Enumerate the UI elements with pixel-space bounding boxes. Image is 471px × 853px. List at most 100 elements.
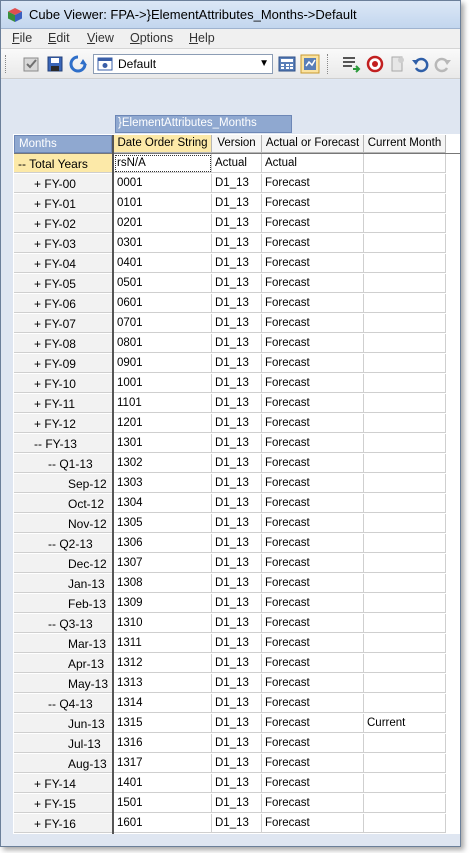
row-header-element[interactable]: Jan-13 [14, 574, 112, 593]
expand-collapse-toggle[interactable]: + [34, 217, 41, 231]
data-cell[interactable]: 1304 [114, 494, 212, 513]
data-cell[interactable]: D1_13 [212, 174, 262, 193]
data-cell[interactable] [364, 794, 446, 813]
data-cell[interactable]: 1309 [114, 594, 212, 613]
row-header-element[interactable]: + FY-15 [14, 794, 112, 813]
data-cell[interactable] [364, 294, 446, 313]
expand-collapse-toggle[interactable]: + [34, 177, 41, 191]
expand-collapse-toggle[interactable]: + [34, 317, 41, 331]
data-cell[interactable]: D1_13 [212, 674, 262, 693]
data-cell[interactable] [364, 674, 446, 693]
expand-collapse-toggle[interactable]: + [34, 797, 41, 811]
chevron-down-icon[interactable]: ▼ [259, 58, 269, 69]
column-header-date-order-string[interactable]: Date Order String [114, 135, 212, 153]
column-header-actual-or-forecast[interactable]: Actual or Forecast [262, 135, 364, 153]
data-cell[interactable]: Forecast [262, 594, 364, 613]
data-cell[interactable] [364, 454, 446, 473]
export-icon[interactable] [341, 54, 361, 74]
data-cell[interactable]: 0001 [114, 174, 212, 193]
data-cell[interactable]: D1_13 [212, 714, 262, 733]
expand-collapse-toggle[interactable]: + [34, 257, 41, 271]
data-cell[interactable]: Forecast [262, 554, 364, 573]
data-cell[interactable]: Forecast [262, 794, 364, 813]
data-cell[interactable]: Forecast [262, 214, 364, 233]
row-header-element[interactable]: + FY-12 [14, 414, 112, 433]
data-cell[interactable]: 0901 [114, 354, 212, 373]
row-header-element[interactable]: + FY-06 [14, 294, 112, 313]
data-cell[interactable] [364, 754, 446, 773]
data-cell[interactable]: Forecast [262, 774, 364, 793]
data-cell[interactable]: D1_13 [212, 474, 262, 493]
data-cell[interactable] [364, 654, 446, 673]
checkbox-icon[interactable] [21, 54, 41, 74]
title-bar[interactable]: Cube Viewer: FPA->}ElementAttributes_Mon… [1, 1, 460, 29]
data-cell[interactable] [364, 374, 446, 393]
row-header-element[interactable]: -- Q2-13 [14, 534, 112, 553]
data-cell[interactable]: Forecast [262, 754, 364, 773]
stop-icon[interactable] [365, 54, 385, 74]
data-cell[interactable]: Forecast [262, 194, 364, 213]
data-cell[interactable]: 0801 [114, 334, 212, 353]
data-cell[interactable] [364, 494, 446, 513]
expand-collapse-toggle[interactable]: -- [34, 437, 42, 451]
expand-collapse-toggle[interactable]: -- [48, 457, 56, 471]
expand-collapse-toggle[interactable]: + [34, 377, 41, 391]
data-cell[interactable] [364, 254, 446, 273]
row-header-element[interactable]: + FY-01 [14, 194, 112, 213]
data-cell[interactable] [364, 594, 446, 613]
data-cell[interactable] [364, 694, 446, 713]
expand-collapse-toggle[interactable]: -- [48, 697, 56, 711]
row-header-element[interactable]: Mar-13 [14, 634, 112, 653]
data-cell[interactable]: 1308 [114, 574, 212, 593]
data-cell[interactable]: Forecast [262, 174, 364, 193]
data-cell[interactable]: D1_13 [212, 574, 262, 593]
expand-collapse-toggle[interactable]: + [34, 197, 41, 211]
data-cell[interactable]: 1306 [114, 534, 212, 553]
data-cell[interactable]: 0601 [114, 294, 212, 313]
data-cell[interactable]: 0101 [114, 194, 212, 213]
data-cell[interactable]: Actual [212, 154, 262, 173]
row-header-element[interactable]: Dec-12 [14, 554, 112, 573]
expand-collapse-toggle[interactable]: -- [48, 617, 56, 631]
row-header-element[interactable]: + FY-08 [14, 334, 112, 353]
data-cell[interactable]: D1_13 [212, 734, 262, 753]
data-cell[interactable]: Actual [262, 154, 364, 173]
data-cell[interactable]: Current [364, 714, 446, 733]
data-cell[interactable] [364, 474, 446, 493]
data-cell[interactable]: 1307 [114, 554, 212, 573]
data-cell[interactable]: 1601 [114, 814, 212, 833]
data-cell[interactable]: D1_13 [212, 614, 262, 633]
row-header-element[interactable]: -- FY-13 [14, 434, 112, 453]
expand-collapse-toggle[interactable]: + [34, 357, 41, 371]
data-cell[interactable]: D1_13 [212, 554, 262, 573]
data-cell[interactable]: D1_13 [212, 234, 262, 253]
data-cell[interactable] [364, 274, 446, 293]
menu-view[interactable]: View [87, 31, 114, 45]
data-cell[interactable]: 1305 [114, 514, 212, 533]
expand-collapse-toggle[interactable]: + [34, 777, 41, 791]
data-cell[interactable]: 1201 [114, 414, 212, 433]
save-icon[interactable] [45, 54, 65, 74]
data-cell[interactable]: D1_13 [212, 754, 262, 773]
data-cell[interactable]: 0701 [114, 314, 212, 333]
row-header-element[interactable]: + FY-14 [14, 774, 112, 793]
row-header-element[interactable]: + FY-09 [14, 354, 112, 373]
column-header-current-month[interactable]: Current Month [364, 135, 446, 153]
data-cell[interactable]: D1_13 [212, 314, 262, 333]
menu-help[interactable]: Help [189, 31, 215, 45]
data-cell[interactable]: Forecast [262, 574, 364, 593]
data-cell[interactable]: 1001 [114, 374, 212, 393]
data-cell[interactable] [364, 774, 446, 793]
data-cell[interactable]: D1_13 [212, 814, 262, 833]
data-cell[interactable] [364, 194, 446, 213]
data-cell[interactable]: D1_13 [212, 294, 262, 313]
data-cell[interactable]: D1_13 [212, 374, 262, 393]
row-header-element[interactable]: -- Q3-13 [14, 614, 112, 633]
data-cell[interactable]: 0401 [114, 254, 212, 273]
menu-options[interactable]: Options [130, 31, 173, 45]
data-cell[interactable]: 1303 [114, 474, 212, 493]
data-cell[interactable]: D1_13 [212, 594, 262, 613]
data-cell[interactable] [364, 154, 446, 173]
sandbox-icon[interactable] [388, 54, 408, 74]
data-cell[interactable]: Forecast [262, 634, 364, 653]
